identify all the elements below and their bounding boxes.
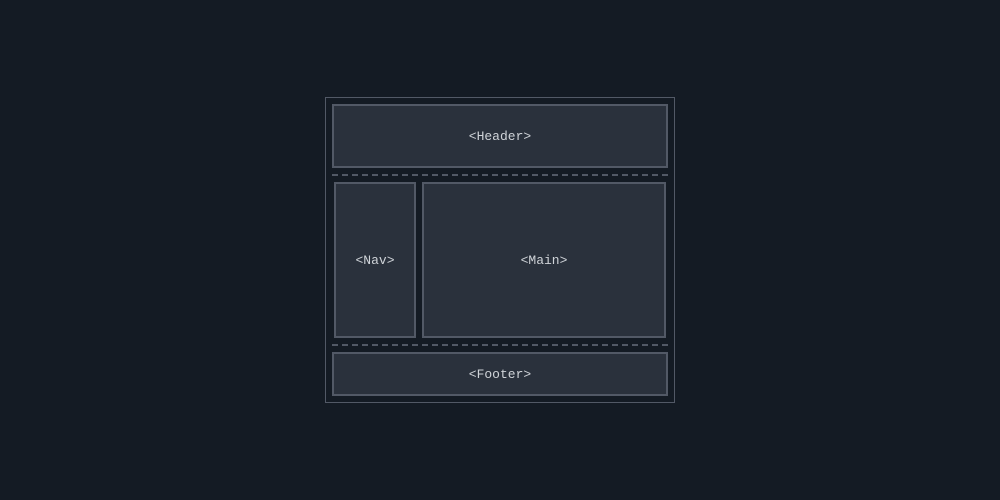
main-label: <Main> [521, 253, 568, 268]
middle-region: <Nav> <Main> [332, 174, 668, 346]
nav-label: <Nav> [355, 253, 394, 268]
header-label: <Header> [469, 129, 531, 144]
header-region: <Header> [332, 104, 668, 168]
main-region: <Main> [422, 182, 666, 338]
footer-region: <Footer> [332, 352, 668, 396]
footer-label: <Footer> [469, 367, 531, 382]
nav-region: <Nav> [334, 182, 416, 338]
layout-diagram: <Header> <Nav> <Main> <Footer> [325, 97, 675, 403]
